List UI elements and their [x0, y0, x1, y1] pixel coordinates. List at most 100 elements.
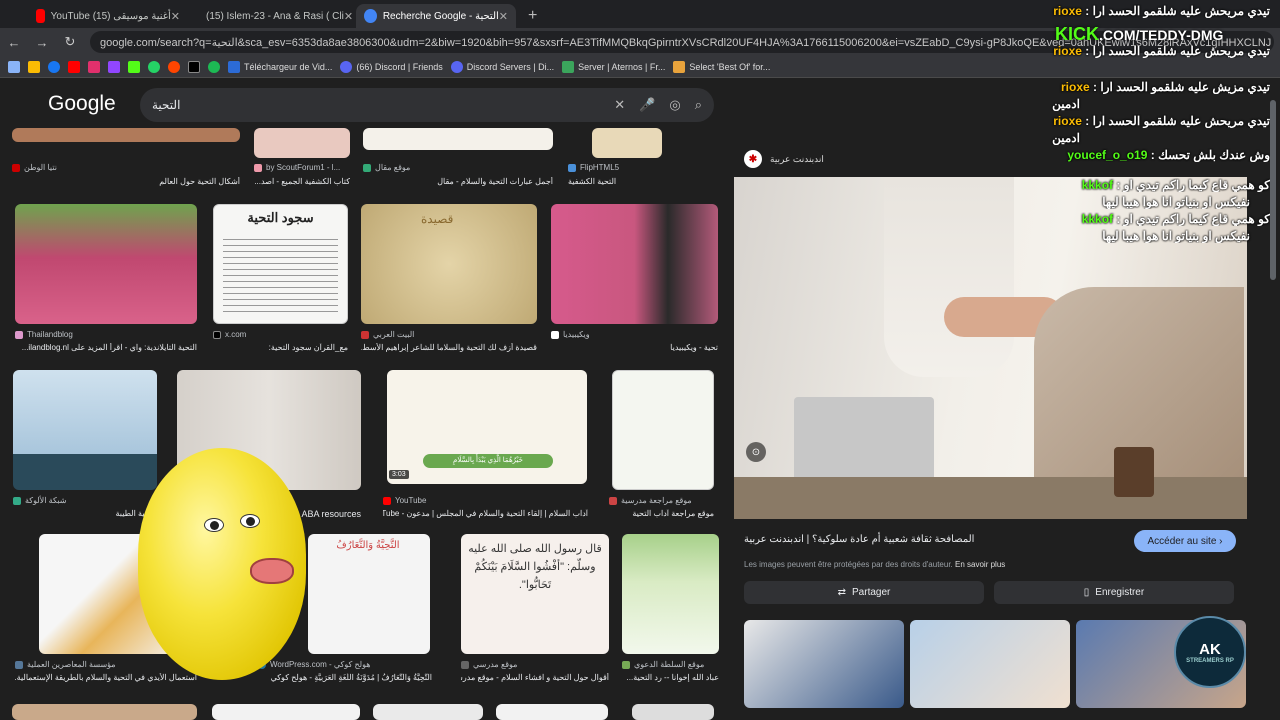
result-image[interactable] [496, 704, 608, 720]
image-result[interactable]: FlipHTML5 التحية الكشفية [568, 128, 694, 188]
scrollbar[interactable] [1270, 100, 1276, 280]
whatsapp-icon[interactable] [148, 60, 160, 73]
image-result[interactable]: موقع مراجعة مدرسية موقع مراجعة آداب التح… [609, 370, 714, 520]
site-favicon [13, 496, 21, 505]
tab-youtube-music[interactable]: YouTube أغنية موسيقى (15) ✕ [28, 4, 188, 28]
close-icon[interactable]: ✕ [171, 10, 180, 23]
spotify-icon[interactable] [208, 60, 220, 73]
apps-icon[interactable] [8, 60, 20, 73]
forward-icon[interactable]: → [34, 35, 50, 50]
search-icon[interactable]: ⌕ [695, 97, 702, 113]
wikipedia-icon [551, 330, 559, 339]
bookmark-item[interactable]: Discord Servers | Di... [450, 60, 554, 73]
person-shape [884, 177, 1014, 377]
image-result[interactable]: شبكة الألوكة التحية الطيبة [13, 370, 157, 520]
youtube-icon[interactable] [68, 60, 80, 73]
lens-icon[interactable]: ◎ [669, 97, 680, 113]
stream-chat-overlay: تيدي مريحش عليه شلقمو الحسد ارا : rioxe … [1030, 4, 1270, 246]
ak-streamers-logo: AK STREAMERS RP [1174, 616, 1246, 688]
aternos-icon [562, 60, 575, 73]
image-result[interactable]: Thailandblog التحية التايلاندية: واي - ا… [15, 204, 197, 354]
result-image[interactable] [592, 128, 662, 158]
image-result[interactable]: by ScoutForum1 - l... كتاب الكشفية الجميع… [254, 128, 350, 188]
result-image[interactable] [12, 128, 240, 142]
close-icon[interactable]: ✕ [344, 10, 352, 23]
bookmark-item[interactable]: Téléchargeur de Vid... [228, 60, 332, 73]
new-tab-button[interactable]: + [520, 4, 545, 28]
image-result[interactable]: نتيا الوطن أشكال التحية حول العالم [12, 128, 240, 188]
result-image[interactable] [13, 370, 157, 490]
mic-icon[interactable]: 🎤 [639, 97, 655, 113]
visit-site-button[interactable]: Accéder au site › [1134, 530, 1236, 552]
tiktok-icon[interactable] [188, 60, 200, 73]
result-image[interactable] [15, 204, 197, 324]
chat-message: كو همي قاع كيما راكم تيدي او : kkkof [1081, 178, 1270, 192]
clear-icon[interactable]: ✕ [614, 97, 625, 113]
image-result[interactable]: موقع مقال أجمل عبارات التحية والسلام - مق… [363, 128, 553, 188]
facebook-icon[interactable] [48, 60, 60, 73]
search-input[interactable]: التحية [152, 98, 600, 112]
preview-title[interactable]: المصافحة ثقافة شعبية أم عادة سلوكية؟ | ا… [744, 534, 974, 545]
image-result[interactable]: قال رسول الله صلى الله عليه وسلّم: "أفْش… [461, 534, 609, 684]
twitch-icon[interactable] [108, 60, 120, 73]
result-image[interactable] [254, 128, 350, 158]
copyright-notice: Les images peuvent être protégées par de… [744, 560, 1006, 569]
google-logo[interactable]: Google [48, 92, 116, 116]
result-image[interactable] [308, 534, 430, 654]
reddit-icon[interactable] [168, 60, 180, 73]
share-button[interactable]: ⇄ Partager [744, 581, 984, 604]
lens-icon[interactable]: ⊙ [746, 442, 766, 462]
result-image[interactable] [373, 704, 483, 720]
bookmark-item[interactable]: Select 'Best Of' for... [673, 60, 770, 73]
reload-icon[interactable]: ↻ [62, 34, 78, 50]
save-button[interactable]: ▯ Enregistrer [994, 581, 1234, 604]
chat-message: نفيكس او بنياتو انا هوا هيبا ليها [1102, 195, 1250, 209]
kick-icon[interactable] [128, 60, 140, 73]
image-result[interactable] [212, 704, 360, 720]
back-icon[interactable]: ← [6, 35, 22, 50]
image-result[interactable] [496, 704, 608, 720]
result-image[interactable] [363, 128, 553, 150]
related-image[interactable] [744, 620, 904, 708]
site-favicon [12, 163, 20, 172]
image-result[interactable]: خَيْرُهُمَا الَّذِي يَبْدَأُ بِالسَّلَام… [383, 370, 588, 520]
result-image[interactable] [612, 370, 714, 490]
result-image[interactable] [622, 534, 719, 654]
result-image[interactable] [632, 704, 714, 720]
site-favicon [609, 496, 617, 505]
result-image[interactable] [212, 704, 360, 720]
preview-source[interactable]: ✱ اندبندنت عربية [744, 150, 824, 168]
site-favicon [363, 163, 371, 172]
image-result[interactable] [373, 704, 483, 720]
site-favicon [622, 660, 630, 669]
image-result[interactable]: ويكيبيديا تحية - ويكيبيديا [551, 204, 718, 354]
image-result[interactable] [632, 704, 714, 720]
result-image[interactable] [551, 204, 718, 324]
tab-google-search[interactable]: Recherche Google - التحية ✕ [356, 4, 516, 28]
image-result[interactable]: سجود التحية x.com مع_القرآن سجود التحية: [213, 204, 348, 354]
bookmark-item[interactable]: (66) Discord | Friends [340, 60, 443, 73]
image-result[interactable]: قصيدة البيت العربي قصيدة أزف لك التحية و… [361, 204, 537, 354]
learn-more-link[interactable]: En savoir plus [955, 560, 1005, 569]
bookmark-icon[interactable] [28, 60, 40, 73]
result-image[interactable] [12, 704, 197, 720]
site-favicon [254, 163, 262, 172]
image-result[interactable] [12, 704, 197, 720]
close-icon[interactable]: ✕ [499, 10, 508, 23]
image-result[interactable]: موقع السلطة الدعوي عباد الله إخوانا -- ر… [622, 534, 719, 684]
chat-message: تيدي مريحش عليه شلقمو الحسد ارا : rioxe [1053, 44, 1270, 58]
image-results-grid: نتيا الوطن أشكال التحية حول العالم by Sco… [0, 128, 730, 720]
bookmark-item[interactable]: Server | Aternos | Fr... [562, 60, 665, 73]
search-box[interactable]: التحية ✕ 🎤 ◎ ⌕ [140, 88, 714, 122]
tab-label: (15) Islem-23 - Ana & Rasi ( Cli [206, 10, 344, 22]
eye [204, 518, 224, 532]
independent-arabia-icon: ✱ [744, 150, 762, 168]
related-image[interactable] [910, 620, 1070, 708]
download-icon [228, 60, 240, 73]
instagram-icon[interactable] [88, 60, 100, 73]
chat-message: كو همي قاع كيما راكم تيدي او : kkkof [1081, 212, 1270, 226]
tab-label: Recherche Google - التحية [382, 10, 499, 22]
chat-message: ادمين [1052, 131, 1080, 145]
tab-youtube-clip[interactable]: (15) Islem-23 - Ana & Rasi ( Cli ✕ [192, 4, 352, 28]
select-icon [673, 60, 686, 73]
